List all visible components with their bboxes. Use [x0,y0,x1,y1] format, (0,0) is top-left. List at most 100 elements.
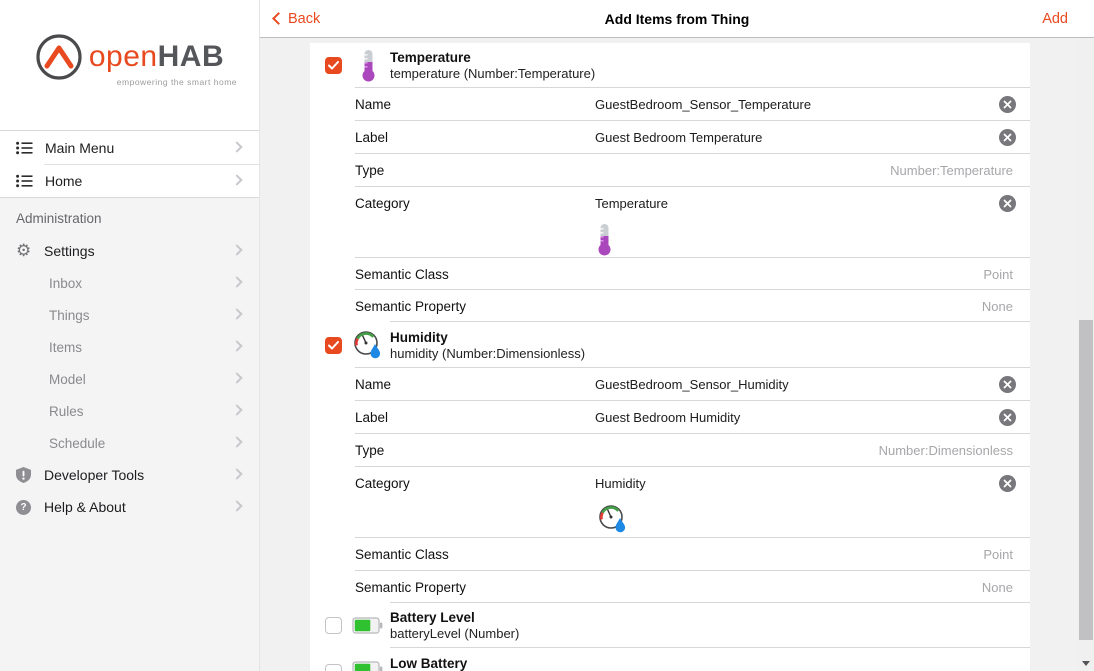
chevron-right-icon [231,141,242,152]
chevron-right-icon [231,340,242,351]
shield-exclamation-icon [16,467,31,483]
field-row-semantic-class[interactable]: Semantic Class Point [310,538,1030,571]
sidebar-item-help-about[interactable]: ? Help & About [0,491,259,523]
chevron-right-icon [231,276,242,287]
clear-icon[interactable] [999,409,1016,426]
vertical-scrollbar[interactable] [1078,38,1094,671]
sidebar: openHAB empowering the smart home Main M… [0,0,260,671]
sidebar-item-model[interactable]: Model [0,363,259,395]
clear-icon[interactable] [999,475,1016,492]
temperature-icon [362,49,375,82]
name-input[interactable]: GuestBedroom_Sensor_Temperature [595,97,811,112]
chevron-right-icon [231,404,242,415]
field-row-category[interactable]: Category Humidity [310,467,1030,500]
sidebar-item-label: Home [45,173,82,189]
sidebar-item-label: Settings [44,243,95,259]
field-row-label[interactable]: Label Guest Bedroom Temperature [310,121,1030,154]
clear-icon[interactable] [999,376,1016,393]
checkbox-low-battery[interactable] [325,664,342,671]
sidebar-item-label: Schedule [49,436,105,451]
field-row-label[interactable]: Label Guest Bedroom Humidity [310,401,1030,434]
temperature-icon [598,223,611,256]
sidebar-item-schedule[interactable]: Schedule [0,427,259,459]
sidebar-item-items[interactable]: Items [0,331,259,363]
sidebar-item-label: Main Menu [45,140,114,156]
field-label: Semantic Class [355,547,449,562]
item-subtitle: temperature (Number:Temperature) [390,66,595,81]
field-label: Category [355,196,410,211]
sidebar-item-label: Items [49,340,82,355]
field-label: Semantic Class [355,267,449,282]
field-row-semantic-property[interactable]: Semantic Property None [310,571,1030,603]
item-title: Battery Level [390,610,519,625]
semantic-property-value: None [982,580,1013,595]
field-label: Label [355,130,388,145]
back-label: Back [288,11,320,27]
clear-icon[interactable] [999,195,1016,212]
chevron-right-icon [231,372,242,383]
sidebar-item-label: Rules [49,404,84,419]
chevron-right-icon [231,500,242,511]
semantic-property-value: None [982,299,1013,314]
label-input[interactable]: Guest Bedroom Temperature [595,130,762,145]
clear-icon[interactable] [999,96,1016,113]
category-input[interactable]: Temperature [595,196,668,211]
sidebar-item-label: Help & About [44,499,126,515]
sidebar-item-main-menu[interactable]: Main Menu [0,131,259,164]
openhab-logo-icon [35,33,83,81]
item-title: Low Battery [390,656,467,671]
chevron-left-icon [272,12,285,25]
list-item-temperature: Temperature temperature (Number:Temperat… [310,43,1030,88]
field-label: Semantic Property [355,580,466,595]
category-icon-preview [310,220,1030,258]
scrollbar-down-arrow-icon[interactable] [1082,661,1090,666]
clear-icon[interactable] [999,129,1016,146]
checkbox-humidity[interactable] [325,337,342,354]
field-label: Category [355,476,410,491]
type-value: Number:Dimensionless [879,443,1013,458]
list-item-low-battery: Low Battery [310,648,1030,671]
sidebar-item-rules[interactable]: Rules [0,395,259,427]
field-label: Semantic Property [355,299,466,314]
name-input[interactable]: GuestBedroom_Sensor_Humidity [595,377,789,392]
back-button[interactable]: Back [274,11,320,27]
label-input[interactable]: Guest Bedroom Humidity [595,410,740,425]
sidebar-item-label: Developer Tools [44,467,144,483]
checkbox-battery-level[interactable] [325,617,342,634]
list-item-humidity: Humidity humidity (Number:Dimensionless) [310,322,1030,368]
field-row-category[interactable]: Category Temperature [310,187,1030,220]
category-input[interactable]: Humidity [595,476,646,491]
checkbox-temperature[interactable] [325,57,342,74]
sidebar-item-label: Things [49,308,90,323]
semantic-class-value: Point [983,547,1013,562]
sidebar-item-label: Model [49,372,86,387]
chevron-right-icon [231,308,242,319]
sidebar-item-things[interactable]: Things [0,299,259,331]
field-label: Name [355,97,391,112]
chevron-right-icon [231,174,242,185]
scrollbar-thumb[interactable] [1079,320,1093,640]
item-title: Humidity [390,330,585,345]
sidebar-item-inbox[interactable]: Inbox [0,267,259,299]
field-row-semantic-class[interactable]: Semantic Class Point [310,258,1030,290]
semantic-class-value: Point [983,267,1013,282]
sidebar-item-developer-tools[interactable]: Developer Tools [0,459,259,491]
openhab-logo: openHAB empowering the smart home [0,33,259,87]
navbar: Back Add Items from Thing Add [260,0,1094,38]
sidebar-section-administration: Administration [16,211,102,226]
field-label: Label [355,410,388,425]
sidebar-item-settings[interactable]: ⚙ Settings [0,235,259,267]
field-label: Type [355,163,384,178]
field-row-type: Type Number:Dimensionless [310,434,1030,467]
brand-open: open [89,40,158,74]
list-icon [16,141,33,155]
channel-item-list: Temperature temperature (Number:Temperat… [310,43,1030,671]
sidebar-item-home[interactable]: Home [0,164,259,197]
field-row-name[interactable]: Name GuestBedroom_Sensor_Temperature [310,88,1030,121]
item-subtitle: humidity (Number:Dimensionless) [390,346,585,361]
add-button[interactable]: Add [1042,11,1068,27]
chevron-right-icon [231,436,242,447]
field-row-semantic-property[interactable]: Semantic Property None [310,290,1030,322]
field-row-name[interactable]: Name GuestBedroom_Sensor_Humidity [310,368,1030,401]
sidebar-admin-list: ⚙ Settings Inbox Things Items Model Rule… [0,235,259,523]
